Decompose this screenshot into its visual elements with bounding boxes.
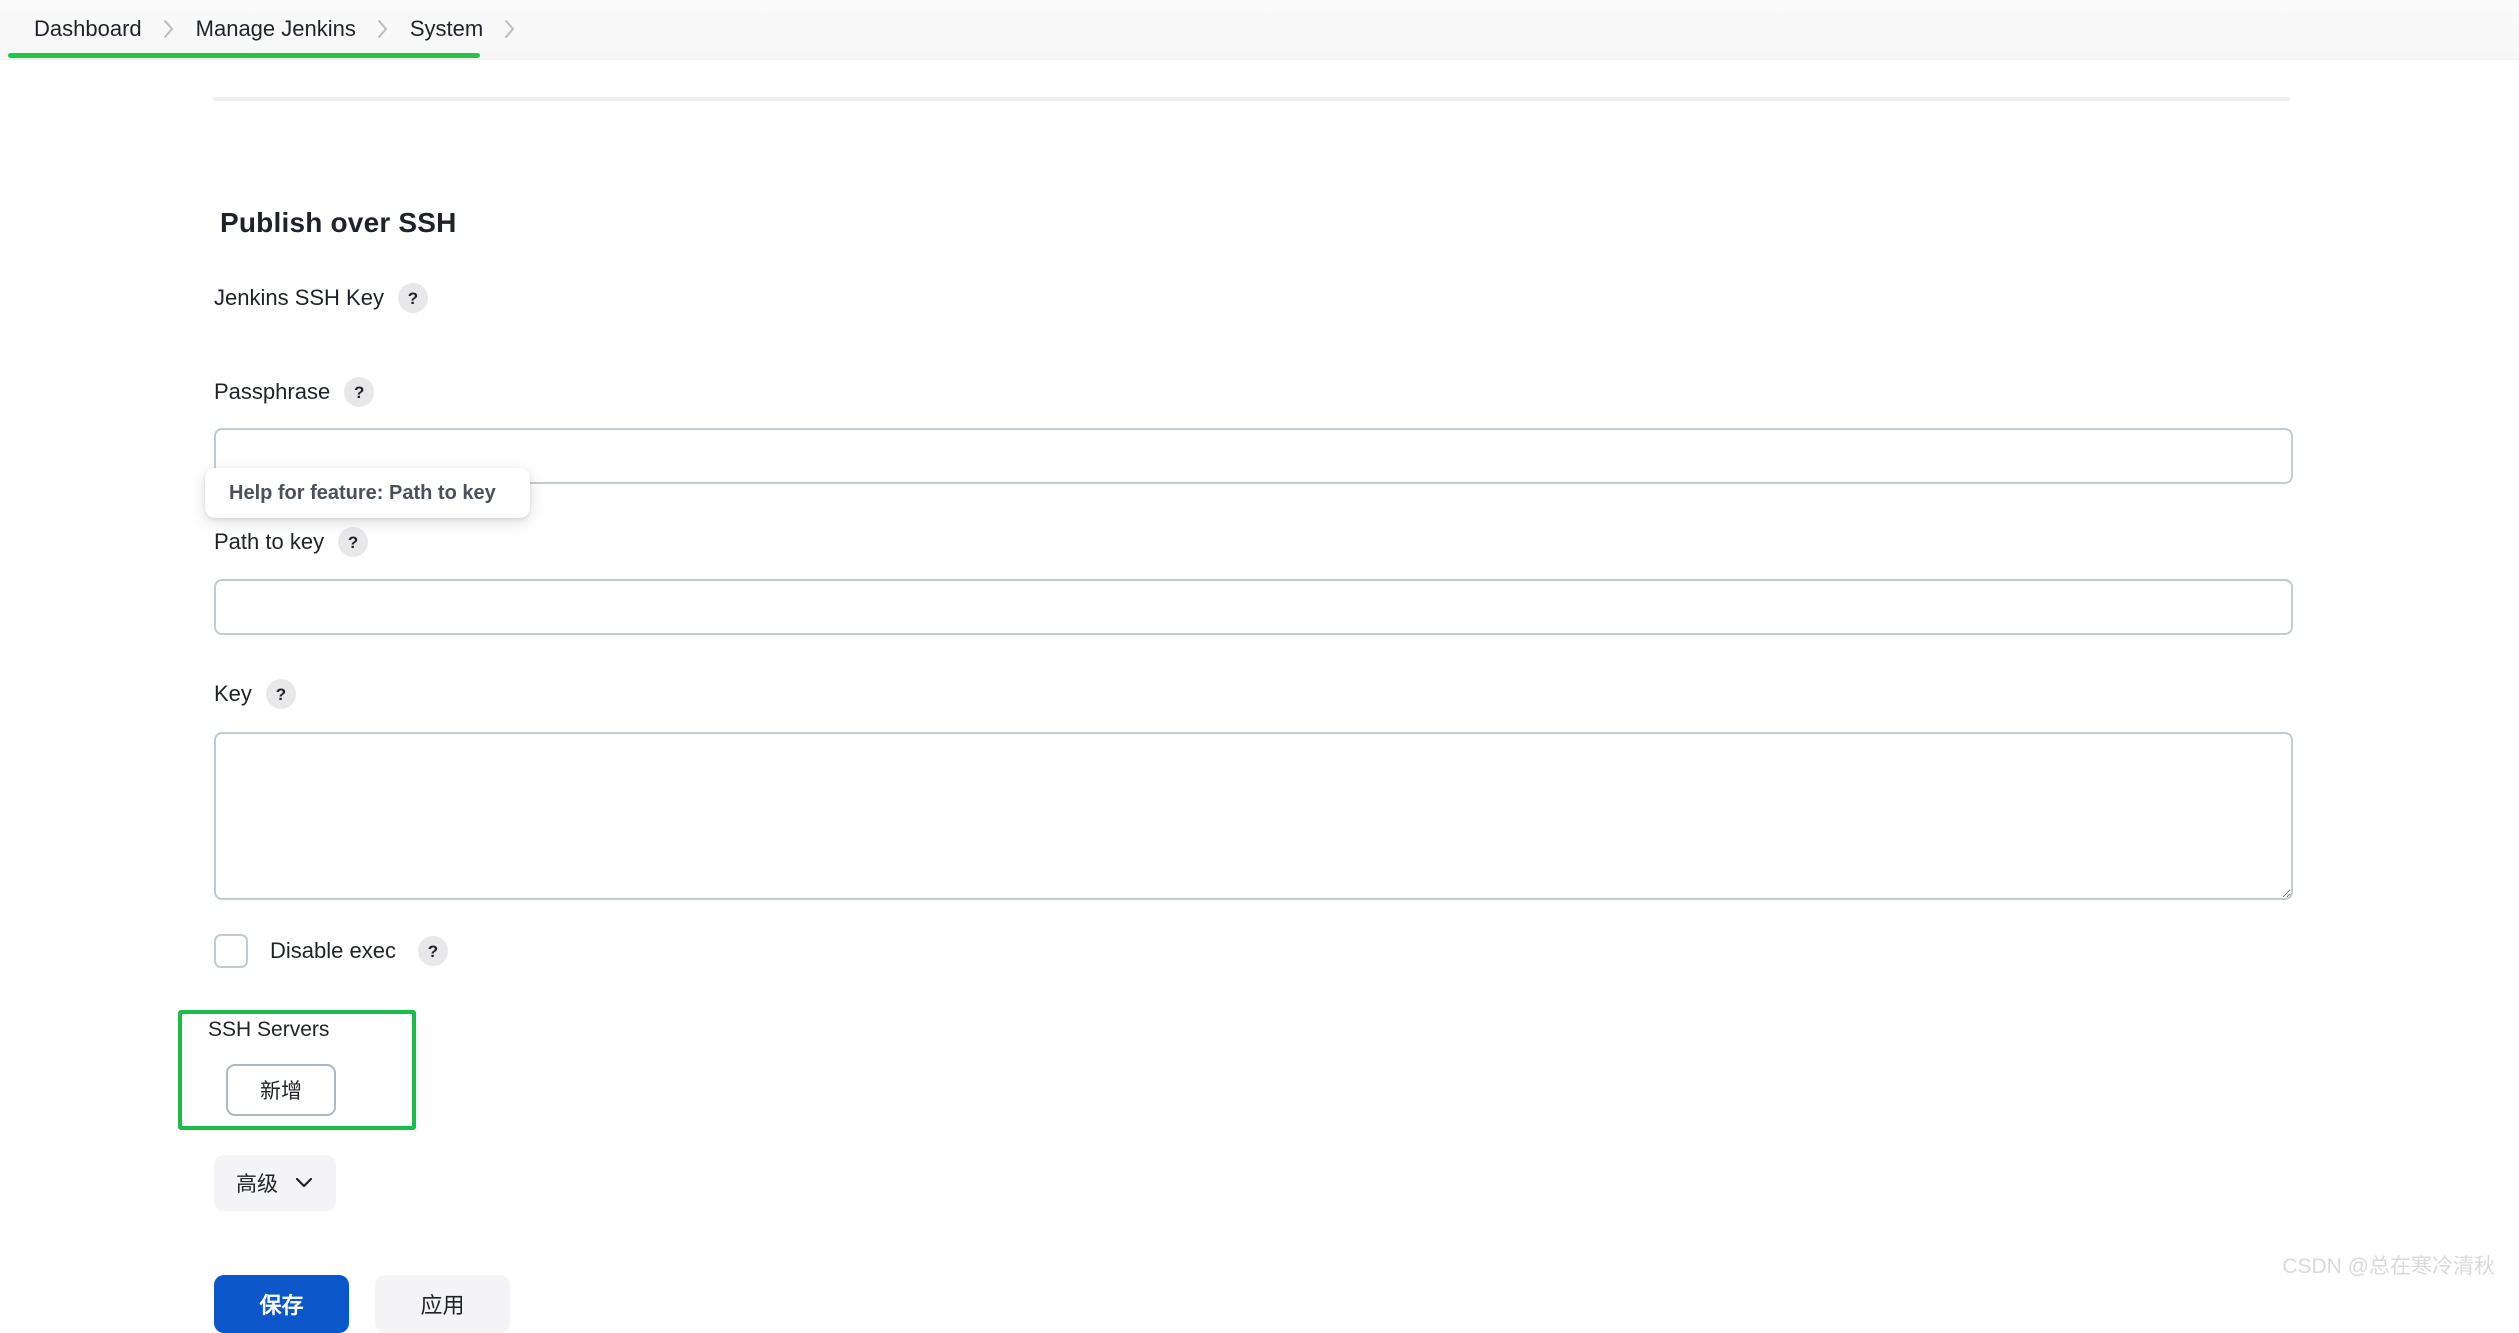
help-question-icon[interactable]: ? (417, 936, 448, 966)
help-question-icon[interactable]: ? (344, 377, 375, 407)
breadcrumb-item-system[interactable]: System (396, 0, 497, 58)
help-tooltip: Help for feature: Path to key (205, 468, 530, 518)
watermark: CSDN @总在寒冷清秋 (2282, 1255, 2495, 1278)
breadcrumb-item-dashboard[interactable]: Dashboard (20, 0, 156, 58)
apply-button[interactable]: 应用 (375, 1275, 510, 1333)
chevron-right-icon (156, 0, 182, 58)
jenkins-ssh-key-label: Jenkins SSH Key (214, 285, 384, 310)
disable-exec-label: Disable exec (270, 938, 396, 963)
breadcrumb-bar: Dashboard Manage Jenkins System (0, 0, 2519, 60)
page-title: Publish over SSH (220, 206, 457, 238)
chevron-right-icon (370, 0, 396, 58)
main-content: Publish over SSH Jenkins SSH Key ? Passp… (0, 60, 2519, 1333)
chevron-down-icon (294, 1171, 314, 1195)
key-label: Key (214, 681, 252, 706)
passphrase-label: Passphrase (214, 379, 331, 404)
ssh-servers-label: SSH Servers (208, 1018, 330, 1041)
help-question-icon[interactable]: ? (397, 283, 428, 313)
breadcrumb-item-manage-jenkins[interactable]: Manage Jenkins (182, 0, 370, 58)
breadcrumb: Dashboard Manage Jenkins System (20, 0, 523, 58)
field-label-passphrase: Passphrase ? (214, 377, 375, 407)
breadcrumb-active-underline (8, 53, 480, 58)
save-button[interactable]: 保存 (214, 1275, 349, 1333)
field-label-jenkins-ssh-key: Jenkins SSH Key ? (214, 283, 428, 313)
advanced-button-label: 高级 (236, 1173, 278, 1196)
disable-exec-row: Disable exec ? (214, 934, 448, 968)
disable-exec-checkbox[interactable] (214, 934, 248, 968)
field-label-key: Key ? (214, 679, 296, 709)
help-question-icon[interactable]: ? (338, 527, 369, 557)
path-to-key-input[interactable] (214, 579, 2293, 635)
help-question-icon[interactable]: ? (265, 679, 296, 709)
add-ssh-server-button[interactable]: 新增 (226, 1064, 336, 1116)
advanced-toggle-button[interactable]: 高级 (214, 1155, 336, 1211)
section-divider (213, 97, 2290, 101)
field-label-path-to-key: Path to key ? (214, 527, 369, 557)
path-to-key-label: Path to key (214, 529, 325, 554)
key-textarea[interactable] (214, 732, 2293, 900)
chevron-right-icon[interactable] (497, 0, 523, 58)
